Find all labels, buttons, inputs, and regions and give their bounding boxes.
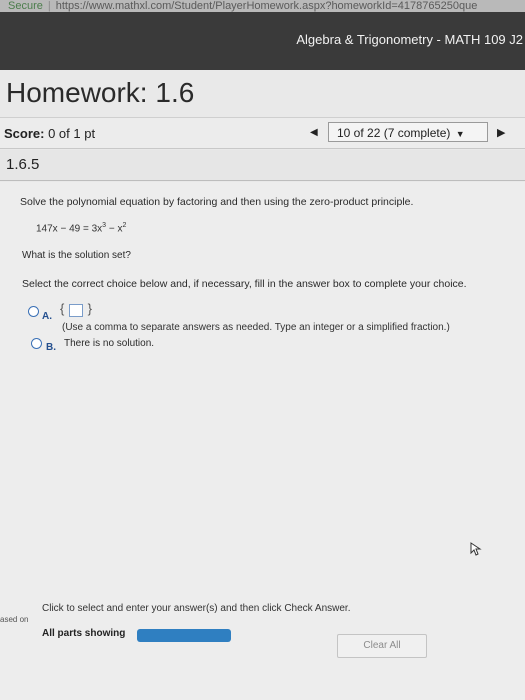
option-a-radio[interactable] bbox=[28, 306, 39, 317]
side-panel-text: ased on bbox=[0, 615, 29, 624]
question-number-bar: 1.6.5 bbox=[0, 150, 525, 181]
answer-set-box[interactable]: { } bbox=[60, 301, 92, 317]
equation-mid: − x bbox=[106, 223, 123, 235]
app-header: Algebra & Trigonometry - MATH 109 J2 bbox=[0, 12, 525, 70]
option-b-letter: B. bbox=[46, 337, 56, 355]
triangle-right-icon: ▶ bbox=[497, 127, 506, 139]
question-number: 1.6.5 bbox=[6, 156, 40, 173]
footer-instructions: Click to select and enter your answer(s)… bbox=[42, 603, 351, 614]
choice-instruction: Select the correct choice below and, if … bbox=[22, 278, 467, 290]
equation-exponent-2: 2 bbox=[122, 222, 127, 229]
option-b-radio[interactable] bbox=[31, 338, 42, 349]
parts-progress-fill bbox=[137, 629, 231, 642]
score-label: Score: bbox=[4, 126, 45, 141]
option-a-label: A. bbox=[42, 311, 52, 322]
open-brace: { bbox=[60, 301, 65, 316]
course-title: Algebra & Trigonometry - MATH 109 J2 bbox=[296, 32, 523, 47]
homework-title: Homework: 1.6 bbox=[6, 77, 195, 108]
question-prompt: Solve the polynomial equation by factori… bbox=[20, 196, 414, 208]
parts-showing-label: All parts showing bbox=[42, 628, 126, 639]
url-separator: | bbox=[47, 0, 51, 12]
option-b-label: B. bbox=[46, 342, 56, 353]
browser-address-bar[interactable]: Secure | https://www.mathxl.com/Student/Pl… bbox=[0, 0, 525, 12]
question-body: Solve the polynomial equation by factori… bbox=[0, 182, 525, 700]
triangle-left-icon: ◀ bbox=[310, 127, 318, 138]
mouse-pointer-icon bbox=[470, 542, 482, 556]
score-display: Score: 0 of 1 pt bbox=[4, 126, 95, 141]
equation-lhs: 147x − 49 = 3x bbox=[36, 223, 103, 235]
score-bar: Score: 0 of 1 pt ◀ 10 of 22 (7 complete)… bbox=[0, 117, 525, 149]
next-question-button[interactable]: ▶ bbox=[497, 126, 505, 139]
option-a-hint: (Use a comma to separate answers as need… bbox=[62, 322, 450, 333]
homework-page: Homework: 1.6 Score: 0 of 1 pt ◀ 10 of 2… bbox=[0, 70, 525, 700]
question-position-label: 10 of 22 (7 complete) bbox=[337, 126, 451, 140]
clear-all-button[interactable]: Clear All bbox=[337, 634, 427, 658]
score-value: 0 of 1 pt bbox=[48, 126, 96, 141]
option-b-text: There is no solution. bbox=[64, 338, 155, 349]
caret-down-icon: ▼ bbox=[455, 129, 465, 139]
secure-label: Secure bbox=[8, 0, 43, 12]
previous-question-button[interactable]: ◀ bbox=[310, 127, 318, 138]
solution-set-question: What is the solution set? bbox=[22, 250, 131, 261]
question-selector-dropdown[interactable]: 10 of 22 (7 complete) ▼ bbox=[328, 122, 488, 142]
close-brace: } bbox=[87, 301, 92, 316]
option-a-letter: A. bbox=[42, 306, 52, 324]
polynomial-equation: 147x − 49 = 3x3 − x2 bbox=[36, 222, 126, 234]
parts-progress-bar bbox=[137, 629, 231, 642]
answer-input[interactable] bbox=[69, 304, 83, 317]
url-text[interactable]: https://www.mathxl.com/Student/PlayerHom… bbox=[56, 0, 478, 12]
